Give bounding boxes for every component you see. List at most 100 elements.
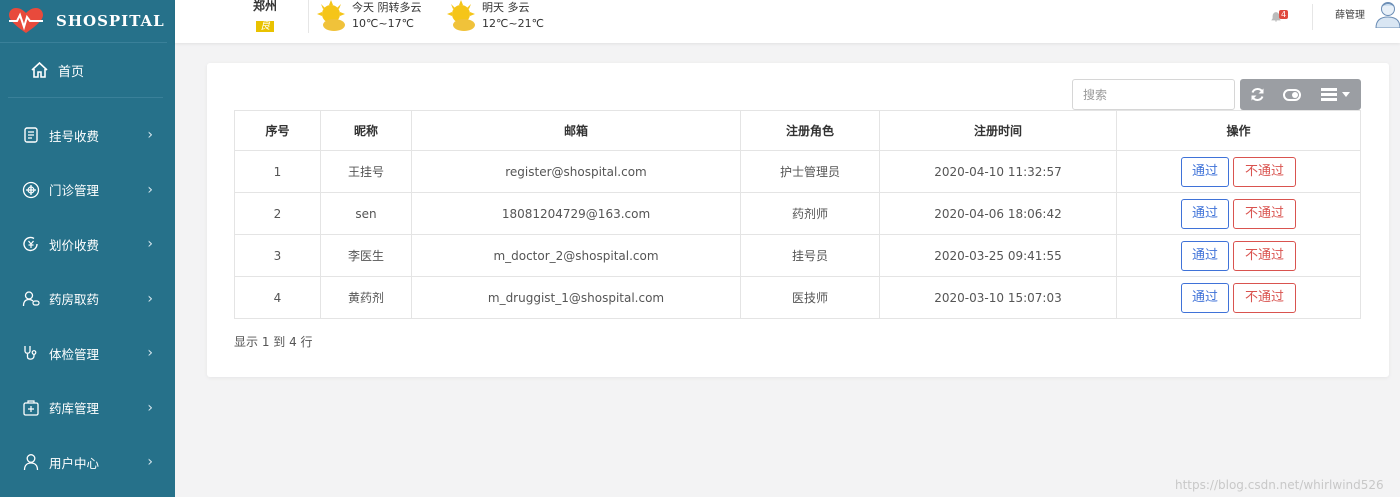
sidebar-item-registration[interactable]: 挂号收费 ›: [0, 108, 175, 163]
chevron-right-icon: ›: [147, 345, 153, 362]
list-columns-icon: [1321, 88, 1337, 101]
sidebar-item-pricing[interactable]: 划价收费 ›: [0, 217, 175, 272]
weather-tomorrow-label: 明天 多云: [482, 1, 530, 14]
weather-today-label: 今天 阴转多云: [352, 1, 422, 14]
cell-nickname: 黄药剂: [320, 276, 412, 319]
table-header-row: 序号 昵称 邮箱 注册角色 注册时间 操作: [234, 110, 1361, 151]
logo[interactable]: SHOSPITAL: [0, 0, 167, 43]
column-header[interactable]: 注册角色: [740, 110, 880, 151]
notification-badge: 4: [1279, 10, 1289, 19]
reject-button[interactable]: 不通过: [1233, 156, 1296, 187]
sidebar-item-label: 用户中心: [49, 455, 100, 471]
approve-button[interactable]: 通过: [1181, 198, 1229, 229]
table-row: 3 李医生 m_doctor_2@shospital.com 挂号员 2020-…: [234, 234, 1361, 277]
cell-nickname: sen: [320, 192, 412, 235]
cell-time: 2020-03-10 15:07:03: [879, 276, 1117, 319]
column-header[interactable]: 序号: [234, 110, 321, 151]
sidebar-item-home[interactable]: 首页: [8, 43, 163, 98]
pharmacy-icon: [22, 290, 40, 308]
reject-button[interactable]: 不通过: [1233, 240, 1296, 271]
cell-actions: 通过 不通过: [1116, 234, 1361, 277]
weather-tomorrow: 明天 多云 12℃~21℃: [445, 0, 544, 34]
cell-time: 2020-04-10 11:32:57: [879, 150, 1117, 193]
cell-no: 3: [234, 234, 321, 277]
chevron-right-icon: ›: [147, 454, 153, 471]
approve-button[interactable]: 通过: [1181, 240, 1229, 271]
cell-actions: 通过 不通过: [1116, 192, 1361, 235]
cell-email: register@shospital.com: [411, 150, 741, 193]
cell-time: 2020-04-06 18:06:42: [879, 192, 1117, 235]
watermark: https://blog.csdn.net/whirlwind526: [1175, 478, 1384, 492]
column-header[interactable]: 操作: [1116, 110, 1361, 151]
sidebar-item-label: 药库管理: [49, 401, 100, 417]
user-approval-panel: 序号 昵称 邮箱 注册角色 注册时间 操作 1 王挂号 register@sho…: [207, 63, 1389, 377]
toggle-view-button[interactable]: [1274, 79, 1310, 110]
cell-role: 药剂师: [740, 192, 880, 235]
sidebar-item-medicine-store[interactable]: 药库管理 ›: [0, 381, 175, 436]
cell-no: 2: [234, 192, 321, 235]
city-name: 郑州: [253, 0, 278, 13]
sidebar-item-label: 体检管理: [49, 346, 100, 362]
approve-button[interactable]: 通过: [1181, 156, 1229, 187]
cell-time: 2020-03-25 09:41:55: [879, 234, 1117, 277]
weather-tomorrow-temp: 12℃~21℃: [482, 17, 544, 30]
divider: [308, 0, 309, 33]
sidebar-item-pharmacy[interactable]: 药房取药 ›: [0, 272, 175, 327]
aqi-badge: 良: [256, 21, 274, 32]
weather-today: 今天 阴转多云 10℃~17℃: [315, 0, 422, 34]
column-header[interactable]: 昵称: [320, 110, 412, 151]
search-input[interactable]: [1072, 79, 1235, 110]
outpatient-icon: [22, 181, 40, 199]
refresh-button[interactable]: [1240, 79, 1274, 110]
user-name[interactable]: 薛管理: [1335, 6, 1365, 21]
city-widget: 郑州 良: [253, 0, 277, 33]
cell-role: 护士管理员: [740, 150, 880, 193]
medicine-store-icon: [22, 399, 40, 417]
reject-button[interactable]: 不通过: [1233, 282, 1296, 313]
sidebar-item-outpatient[interactable]: 门诊管理 ›: [0, 163, 175, 218]
chevron-right-icon: ›: [147, 181, 153, 198]
cell-no: 1: [234, 150, 321, 193]
chevron-right-icon: ›: [147, 399, 153, 416]
sidebar-item-user-center[interactable]: 用户中心 ›: [0, 435, 175, 490]
reject-button[interactable]: 不通过: [1233, 198, 1296, 229]
pagination-summary: 显示 1 到 4 行: [234, 335, 313, 349]
cell-nickname: 李医生: [320, 234, 412, 277]
top-header: 郑州 良 今天 阴转多云 10℃~17℃ 明天 多云 12℃~21℃ 4 薛管理: [175, 0, 1400, 43]
sidebar-item-label: 划价收费: [49, 237, 100, 253]
sidebar-item-label: 首页: [58, 64, 85, 80]
chevron-right-icon: ›: [147, 236, 153, 253]
cell-email: m_druggist_1@shospital.com: [411, 276, 741, 319]
chevron-right-icon: ›: [147, 127, 153, 144]
stethoscope-icon: [22, 344, 40, 362]
refresh-icon: [1251, 88, 1263, 101]
caret-down-icon: [1342, 91, 1350, 97]
column-header[interactable]: 注册时间: [879, 110, 1117, 151]
divider: [1312, 4, 1313, 30]
column-header[interactable]: 邮箱: [411, 110, 741, 151]
partly-cloudy-icon: [317, 0, 345, 31]
pricing-icon: [22, 235, 40, 253]
user-table: 序号 昵称 邮箱 注册角色 注册时间 操作 1 王挂号 register@sho…: [234, 110, 1361, 319]
table-row: 1 王挂号 register@shospital.com 护士管理员 2020-…: [234, 150, 1361, 193]
notification-button[interactable]: 4: [1270, 8, 1289, 27]
cell-role: 医技师: [740, 276, 880, 319]
sidebar-item-label: 药房取药: [49, 292, 100, 308]
toggle-icon: [1283, 88, 1301, 101]
table-row: 2 sen 18081204729@163.com 药剂师 2020-04-06…: [234, 192, 1361, 235]
chevron-right-icon: ›: [147, 290, 153, 307]
approve-button[interactable]: 通过: [1181, 282, 1229, 313]
register-icon: [22, 126, 40, 144]
sidebar: SHOSPITAL 首页 挂号收费 › 门诊管理 › 划价收费 › 药房取药 ›…: [0, 0, 175, 497]
cell-actions: 通过 不通过: [1116, 276, 1361, 319]
cell-nickname: 王挂号: [320, 150, 412, 193]
table-toolbar: [1240, 79, 1361, 110]
heartbeat-logo-icon: [6, 7, 46, 35]
cell-no: 4: [234, 276, 321, 319]
brand-name: SHOSPITAL: [56, 12, 165, 30]
sidebar-item-label: 门诊管理: [49, 183, 100, 199]
sidebar-item-physical-exam[interactable]: 体检管理 ›: [0, 326, 175, 381]
cell-actions: 通过 不通过: [1116, 150, 1361, 193]
columns-dropdown-button[interactable]: [1310, 79, 1361, 110]
avatar[interactable]: [1375, 0, 1400, 28]
